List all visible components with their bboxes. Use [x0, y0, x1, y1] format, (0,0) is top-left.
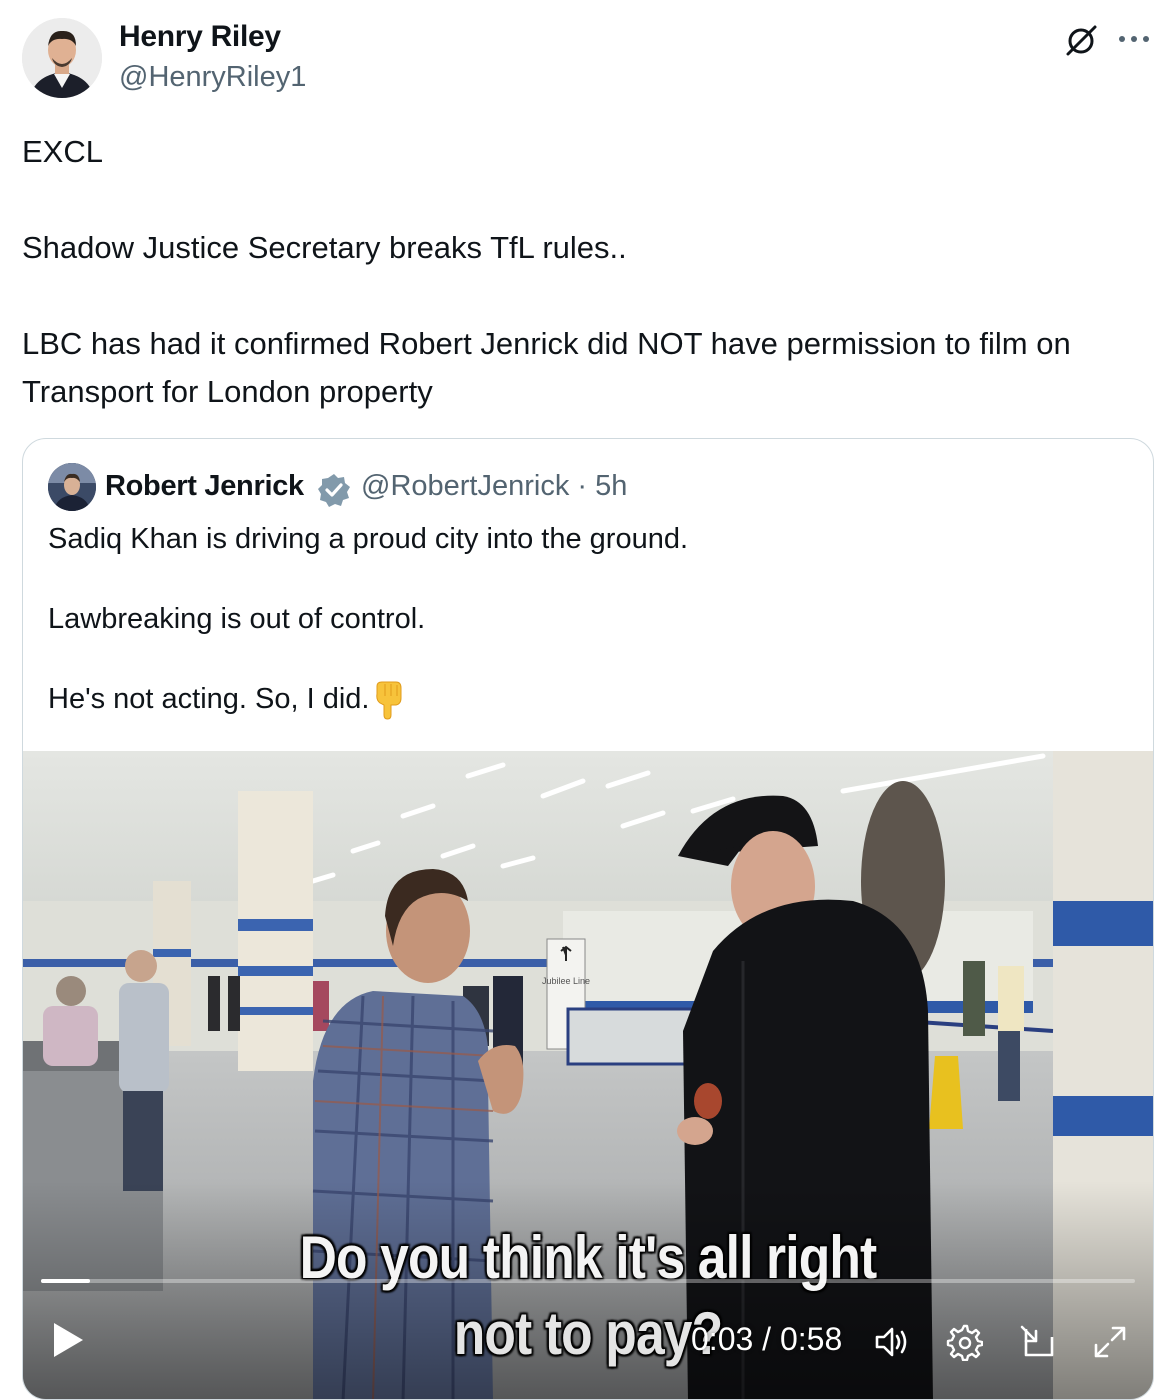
quoted-text-line-last: He's not acting. So, I did.	[48, 679, 1128, 720]
meta-separator: ·	[577, 470, 588, 502]
picture-in-picture-icon[interactable]	[1018, 1323, 1056, 1361]
quoted-meta: @RobertJenrick · 5h	[361, 470, 627, 503]
grok-icon[interactable]	[1064, 22, 1100, 58]
video-progress-fill	[41, 1279, 91, 1283]
quoted-post[interactable]: Robert Jenrick @RobertJenrick · 5h Sadiq…	[22, 438, 1154, 1400]
duration: 0:58	[779, 1321, 843, 1357]
play-icon[interactable]	[51, 1321, 85, 1359]
quoted-text-line: He's not acting. So, I did.	[48, 683, 370, 715]
time-separator: /	[762, 1321, 772, 1357]
post-text-line: LBC has had it confirmed Robert Jenrick …	[22, 326, 1071, 409]
post-text: EXCL Shadow Justice Secretary breaks TfL…	[22, 128, 1162, 416]
current-time: 0:03	[691, 1321, 754, 1357]
video-player[interactable]: Jubilee Line Do you think it's all right…	[23, 751, 1153, 1399]
sign-text: Jubilee Line	[542, 976, 590, 986]
avatar-photo	[22, 18, 102, 98]
quoted-avatar[interactable]	[48, 463, 96, 511]
quoted-text: Sadiq Khan is driving a proud city into …	[48, 519, 1128, 760]
quoted-text-line: Lawbreaking is out of control.	[48, 603, 426, 635]
quoted-author-handle[interactable]: @RobertJenrick	[361, 470, 569, 502]
verified-badge-icon	[318, 474, 350, 507]
video-time: 0:03 / 0:58	[691, 1321, 842, 1358]
quoted-text-line: Sadiq Khan is driving a proud city into …	[48, 523, 689, 555]
pointing-down-emoji-icon	[375, 681, 401, 720]
video-progress-bar[interactable]	[41, 1279, 1135, 1283]
quoted-timestamp[interactable]: 5h	[595, 470, 627, 502]
video-subtitle-line: not to pay?	[453, 1300, 723, 1367]
avatar[interactable]	[22, 18, 102, 98]
post-text-line: EXCL	[22, 134, 103, 169]
author-handle[interactable]: @HenryRiley1	[119, 61, 306, 94]
volume-icon[interactable]	[873, 1323, 911, 1361]
settings-gear-icon[interactable]	[945, 1323, 983, 1361]
post-text-line: Shadow Justice Secretary breaks TfL rule…	[22, 230, 627, 265]
more-options-icon[interactable]	[1116, 24, 1152, 54]
quoted-avatar-photo	[48, 463, 96, 511]
author-name[interactable]: Henry Riley	[119, 20, 281, 54]
quoted-author-name[interactable]: Robert Jenrick	[105, 470, 304, 503]
fullscreen-icon[interactable]	[1091, 1323, 1129, 1361]
